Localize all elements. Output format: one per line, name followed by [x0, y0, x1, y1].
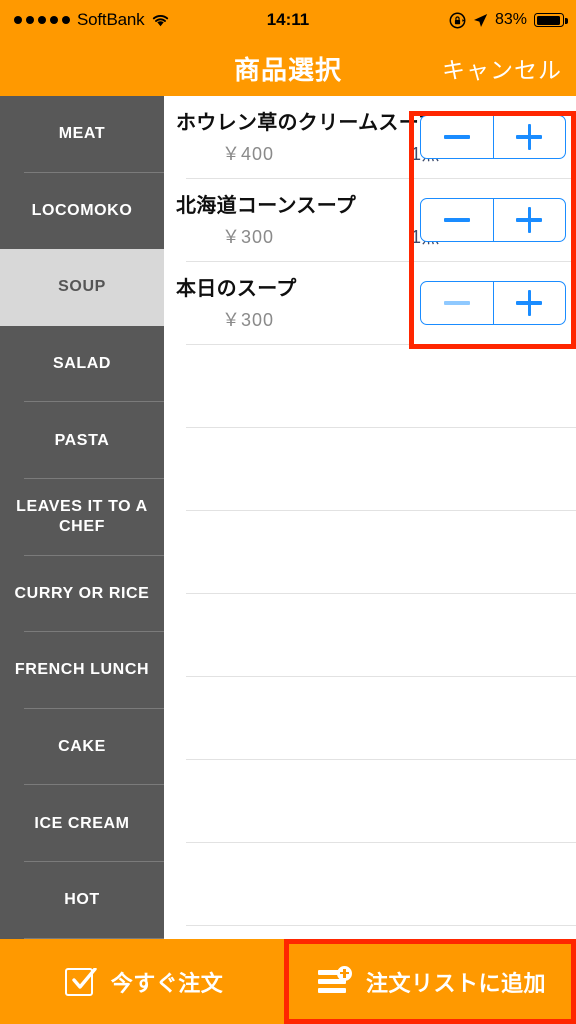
increment-button[interactable]: [492, 116, 566, 158]
sidebar-item-label: HOT: [64, 891, 100, 909]
rotation-lock-icon: [449, 12, 466, 29]
row-divider: [186, 925, 576, 926]
plus-icon: [516, 290, 543, 316]
order-now-button[interactable]: 今すぐ注文: [0, 939, 288, 1024]
plus-icon: [516, 207, 543, 233]
list-item[interactable]: [164, 594, 576, 677]
increment-button[interactable]: [492, 282, 566, 324]
sidebar-item-label: FRENCH LUNCH: [14, 661, 150, 679]
list-item[interactable]: [164, 677, 576, 760]
table-row[interactable]: ホウレン草のクリームスープ ￥400 1点: [164, 96, 576, 179]
navigation-bar: 商品選択 キャンセル: [0, 40, 576, 96]
sidebar-item-meat[interactable]: MEAT: [0, 96, 164, 173]
sidebar-item-label: SALAD: [52, 355, 112, 373]
quantity-stepper[interactable]: [420, 198, 566, 242]
table-row[interactable]: 本日のスープ ￥300: [164, 262, 576, 345]
product-price: ￥300: [222, 310, 275, 330]
add-to-order-list-button[interactable]: 注文リストに追加: [288, 939, 576, 1024]
decrement-button[interactable]: [421, 116, 493, 158]
quantity-stepper[interactable]: [420, 115, 566, 159]
sidebar-item-curry-or-rice[interactable]: CURRY OR RICE: [0, 556, 164, 633]
sidebar-item-salad[interactable]: SALAD: [0, 326, 164, 403]
battery-icon: [534, 13, 568, 27]
list-item[interactable]: [164, 760, 576, 843]
decrement-button[interactable]: [421, 199, 493, 241]
list-item[interactable]: [164, 345, 576, 428]
quantity-stepper[interactable]: [420, 281, 566, 325]
sidebar-item-label: LOCOMOKO: [31, 201, 133, 219]
order-now-label: 今すぐ注文: [110, 970, 224, 996]
minus-icon: [443, 135, 470, 139]
minus-icon: [443, 218, 470, 222]
location-arrow-icon: [473, 13, 488, 28]
add-to-order-list-label: 注文リストに追加: [365, 970, 546, 996]
sidebar-item-locomoko[interactable]: LOCOMOKO: [0, 173, 164, 250]
sidebar-item-soup[interactable]: SOUP: [0, 249, 164, 326]
list-item[interactable]: [164, 428, 576, 511]
bottom-action-bar: 今すぐ注文 注文リストに追加: [0, 939, 576, 1024]
app-screen: SoftBank 14:11 83% 商品選択 キャンセル MEAT LOCOM…: [0, 0, 576, 1024]
sidebar-item-label: CURRY OR RICE: [14, 584, 150, 602]
status-bar-right: 83%: [449, 0, 568, 40]
checkbox-check-icon: [64, 966, 97, 998]
product-name: 北海道コーンスープ: [176, 195, 357, 217]
status-bar: SoftBank 14:11 83%: [0, 0, 576, 40]
list-add-icon: [317, 965, 352, 998]
sidebar-item-label: ICE CREAM: [34, 814, 130, 832]
sidebar-item-label: SOUP: [58, 278, 106, 296]
list-item[interactable]: [164, 843, 576, 926]
sidebar-item-cake[interactable]: CAKE: [0, 709, 164, 786]
minus-icon: [443, 301, 470, 305]
product-name: ホウレン草のクリームスープ: [176, 112, 439, 134]
sidebar-item-label: LEAVES IT TO A CHEF: [16, 498, 148, 536]
decrement-button[interactable]: [421, 282, 493, 324]
sidebar-item-label: CAKE: [58, 738, 106, 756]
table-row[interactable]: 北海道コーンスープ ￥300 1点: [164, 179, 576, 262]
product-price: ￥400: [222, 144, 275, 164]
category-sidebar[interactable]: MEAT LOCOMOKO SOUP SALAD PASTA LEAVES IT…: [0, 96, 164, 939]
battery-percent-label: 83%: [494, 11, 527, 28]
increment-button[interactable]: [492, 199, 566, 241]
product-price: ￥300: [222, 227, 275, 247]
product-name: 本日のスープ: [176, 278, 297, 300]
product-list[interactable]: ホウレン草のクリームスープ ￥400 1点 北海道コーンスープ ￥300 1点 …: [164, 96, 576, 939]
cancel-button[interactable]: キャンセル: [442, 40, 562, 96]
sidebar-item-ice-cream[interactable]: ICE CREAM: [0, 785, 164, 862]
sidebar-item-hot[interactable]: HOT: [0, 862, 164, 939]
sidebar-item-french-lunch[interactable]: FRENCH LUNCH: [0, 632, 164, 709]
sidebar-item-pasta[interactable]: PASTA: [0, 402, 164, 479]
plus-icon: [516, 124, 543, 150]
list-item[interactable]: [164, 511, 576, 594]
sidebar-item-label: PASTA: [54, 431, 110, 449]
sidebar-item-leaves-it-to-a-chef[interactable]: LEAVES IT TO A CHEF: [0, 479, 164, 556]
sidebar-item-label: MEAT: [58, 125, 106, 143]
